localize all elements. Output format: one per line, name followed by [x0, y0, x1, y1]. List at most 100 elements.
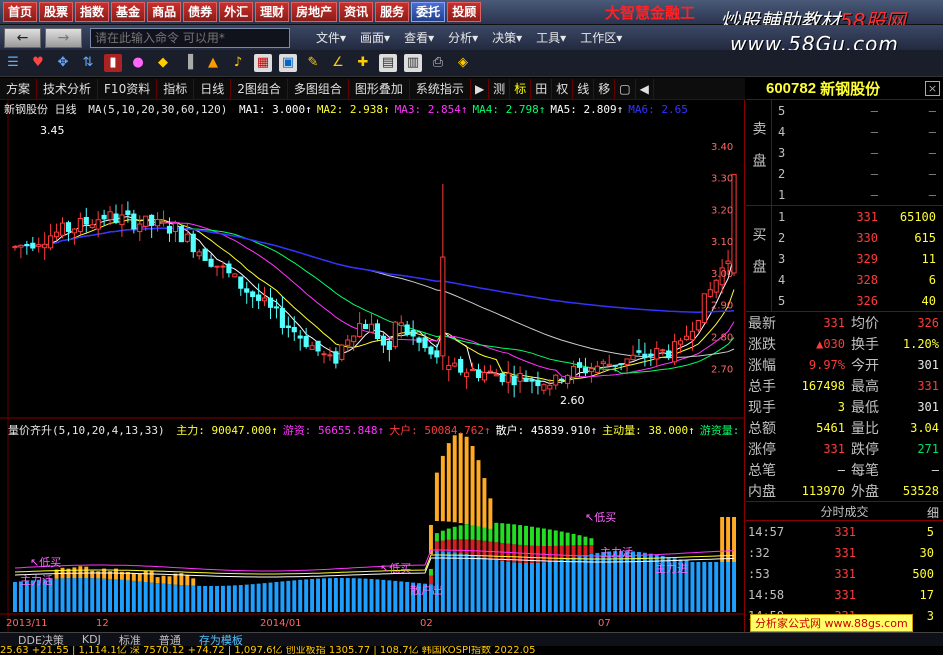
buy-label-text: 买盘: [750, 226, 767, 291]
nav-realestate[interactable]: 房地产: [291, 2, 338, 22]
nav-forex[interactable]: 外汇: [219, 2, 254, 22]
indicator-bar: [220, 585, 225, 612]
tab-daily[interactable]: 日线: [194, 78, 232, 99]
quote-label: 现手: [748, 399, 776, 416]
quote-row: 总额 5461 量比 3.04: [746, 417, 943, 438]
nav-commodities[interactable]: 商品: [147, 2, 182, 22]
nav-advisor[interactable]: 投顾: [447, 2, 482, 22]
nav-news[interactable]: 资讯: [339, 2, 374, 22]
pencil-icon[interactable]: ✎: [304, 54, 322, 72]
tab-mark[interactable]: 标: [510, 78, 532, 99]
diamond-icon[interactable]: ◆: [154, 54, 172, 72]
tab-back[interactable]: ◀: [636, 78, 654, 99]
indicator-bar: [470, 523, 475, 540]
candle: [339, 344, 345, 360]
ma-params: MA(5,10,20,30,60,120): [88, 103, 228, 116]
sell-row[interactable]: 5 – –: [746, 100, 943, 121]
buy-row[interactable]: 5 326 40: [746, 290, 943, 311]
grid-icon[interactable]: ▤: [379, 54, 397, 72]
buy-row[interactable]: 4 328 6: [746, 269, 943, 290]
nav-bonds[interactable]: 债券: [183, 2, 218, 22]
tab-2chart[interactable]: 2图组合: [231, 78, 288, 99]
chart-canvas[interactable]: 3.45 2.60 3.40 3.30 3.20 3.10 3.00 2.90 2.80 2.70…: [0, 100, 745, 632]
indicator-bar: [464, 554, 469, 612]
command-input[interactable]: [90, 27, 290, 48]
tab-box[interactable]: ▢: [615, 78, 636, 99]
forward-button[interactable]: →: [45, 27, 82, 48]
nav-trade[interactable]: 委托: [411, 2, 446, 22]
tab-move[interactable]: 移: [594, 78, 616, 99]
mountain-icon[interactable]: ▲: [204, 54, 222, 72]
menu-tools[interactable]: 工具▾: [536, 29, 566, 46]
indicator-bar: [250, 584, 255, 612]
tab-multichart[interactable]: 多图组合: [288, 78, 349, 99]
tab-rights[interactable]: 权: [552, 78, 574, 99]
indicator-bar: [535, 562, 540, 612]
menu-workspace[interactable]: 工作区▾: [580, 29, 622, 46]
menu-analysis[interactable]: 分析▾: [448, 29, 478, 46]
buy-row[interactable]: 3 329 11: [746, 248, 943, 269]
menu-file[interactable]: 文件▾: [316, 29, 346, 46]
sell-row[interactable]: 2 – –: [746, 163, 943, 184]
nav-stocks[interactable]: 股票: [39, 2, 74, 22]
ma-value-2: MA2: 2.938↑: [316, 103, 390, 116]
candle: [725, 260, 731, 265]
indicator-bar: [262, 583, 267, 612]
buy-row[interactable]: 1 331 65100: [746, 206, 943, 227]
mark-icon[interactable]: ▮: [104, 54, 122, 72]
trades-detail-button[interactable]: 细: [927, 504, 939, 521]
cross-icon[interactable]: ✚: [354, 54, 372, 72]
nav-home[interactable]: 首页: [3, 2, 38, 22]
nav-index[interactable]: 指数: [75, 2, 110, 22]
back-button[interactable]: ←: [4, 27, 41, 48]
btab-kdj[interactable]: KDJ: [82, 633, 101, 646]
tab-f10[interactable]: F10资料: [98, 78, 158, 99]
buy-row[interactable]: 2 330 615: [746, 227, 943, 248]
chart-icon[interactable]: ▦: [254, 54, 272, 72]
nav-service[interactable]: 服务: [375, 2, 410, 22]
level: 2: [778, 230, 786, 245]
tab-indicator[interactable]: 指标: [157, 78, 195, 99]
menu-view-screen[interactable]: 画面▾: [360, 29, 390, 46]
nav-funds[interactable]: 基金: [111, 2, 146, 22]
table-icon[interactable]: ▥: [404, 54, 422, 72]
buy-label: 买盘: [746, 206, 772, 311]
angle-icon[interactable]: ∠: [329, 54, 347, 72]
diamond-icon[interactable]: ◈: [454, 54, 472, 72]
indicator-bar: [476, 460, 481, 527]
zoom-icon[interactable]: ⇅: [79, 54, 97, 72]
quote-label: 今开: [851, 357, 879, 374]
picture-icon[interactable]: ▣: [279, 54, 297, 72]
nav-finance[interactable]: 理财: [255, 2, 290, 22]
tab-line[interactable]: 线: [573, 78, 595, 99]
menu-view[interactable]: 查看▾: [404, 29, 434, 46]
move-icon[interactable]: ✥: [54, 54, 72, 72]
price: –: [870, 124, 878, 139]
tab-play[interactable]: ▶: [471, 78, 490, 99]
indicator-bar: [143, 570, 148, 583]
tab-system[interactable]: 系统指示: [410, 78, 471, 99]
indicator-bar: [690, 562, 695, 612]
bell-icon[interactable]: ♪: [229, 54, 247, 72]
candle: [660, 349, 666, 352]
list-icon[interactable]: ☰: [4, 54, 22, 72]
tab-overlay[interactable]: 图形叠加: [349, 78, 410, 99]
tab-technical[interactable]: 技术分析: [37, 78, 99, 99]
indicator-bar: [518, 562, 523, 612]
sell-row[interactable]: 3 – –: [746, 142, 943, 163]
heart-icon[interactable]: ♥: [29, 54, 47, 72]
sell-row[interactable]: 4 – –: [746, 121, 943, 142]
indicator-bar: [369, 578, 374, 612]
chart-area[interactable]: 3.45 2.60 3.40 3.30 3.20 3.10 3.00 2.90 2.80 2.70…: [0, 100, 745, 632]
tab-test[interactable]: 测: [489, 78, 511, 99]
close-icon[interactable]: ×: [925, 81, 940, 96]
sell-row[interactable]: 1 – –: [746, 184, 943, 205]
tab-scheme[interactable]: 方案: [0, 78, 38, 99]
menu-decision[interactable]: 决策▾: [492, 29, 522, 46]
indicator-bar: [720, 562, 725, 612]
trade-price: 331: [834, 545, 856, 560]
bar-icon[interactable]: ▐: [179, 54, 197, 72]
color-icon[interactable]: ●: [129, 54, 147, 72]
tab-grid[interactable]: 田: [531, 78, 553, 99]
print-icon[interactable]: ⎙: [429, 54, 447, 72]
